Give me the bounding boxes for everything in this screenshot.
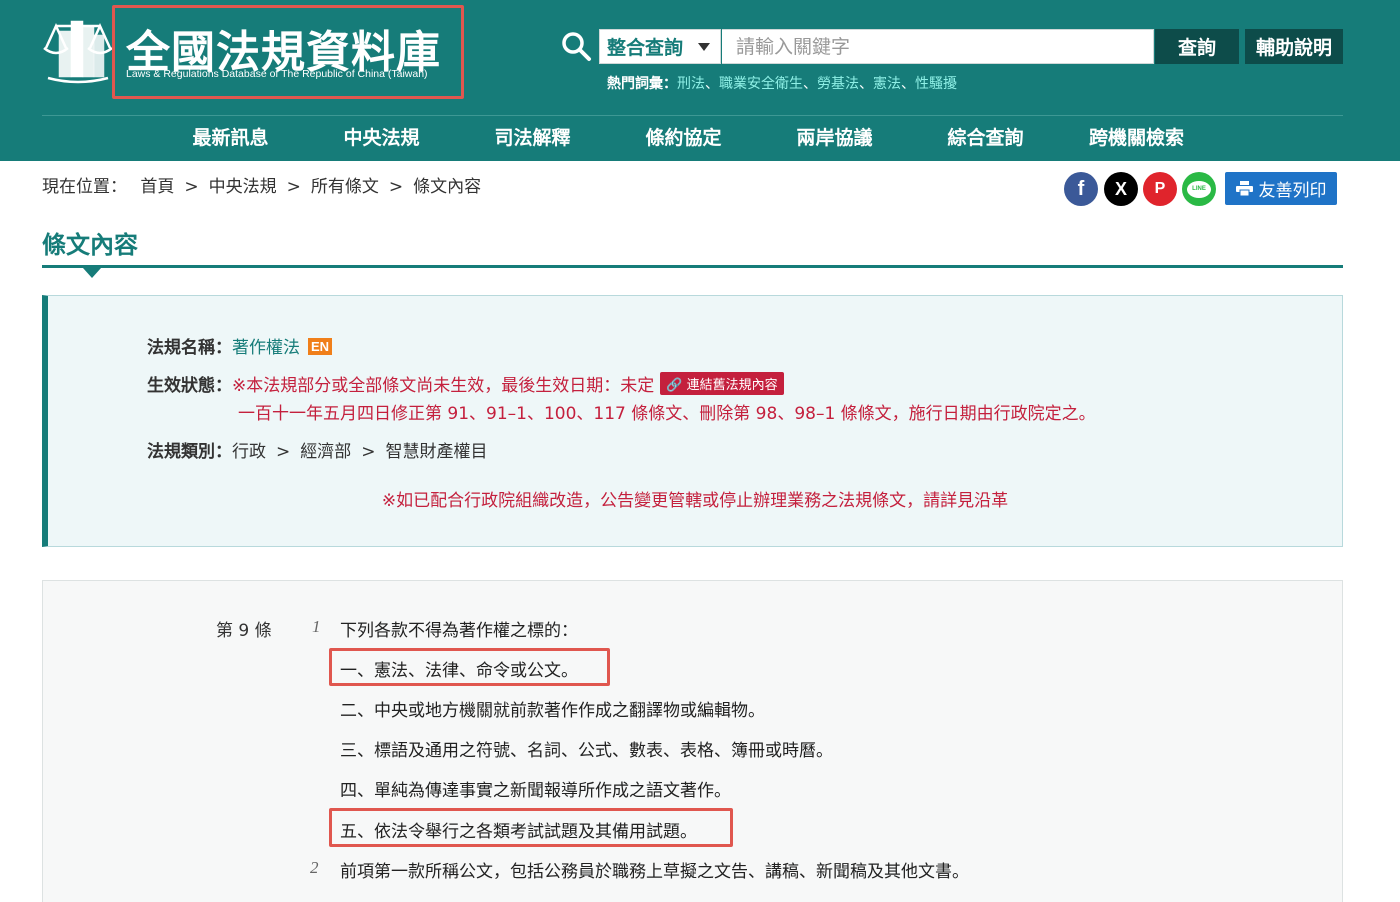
nav-item-news[interactable]: 最新訊息 xyxy=(155,116,306,161)
title-divider xyxy=(42,265,1343,268)
facebook-share-icon[interactable]: f xyxy=(1064,172,1098,206)
print-button-label: 友善列印 xyxy=(1258,181,1327,201)
breadcrumb-home[interactable]: 首頁 xyxy=(140,177,174,197)
help-button[interactable]: 輔助說明 xyxy=(1245,29,1343,64)
paragraph-number: 2 xyxy=(310,858,319,877)
title-pointer xyxy=(83,268,101,278)
nav-item-central-laws[interactable]: 中央法規 xyxy=(306,116,457,161)
old-law-link[interactable]: 🔗 連結舊法規內容 xyxy=(660,372,784,395)
article-item: 三、標語及通用之符號、名詞、公式、數表、表格、簿冊或時曆。 xyxy=(340,741,833,761)
law-name-row: 法規名稱：著作權法 EN xyxy=(147,333,333,358)
x-share-icon[interactable]: X xyxy=(1104,172,1138,206)
hot-terms-label: 熱門詞彙： xyxy=(607,76,677,92)
nav-item-treaties[interactable]: 條約協定 xyxy=(608,116,759,161)
status-text: ※本法規部分或全部條文尚未生效，最後生效日期：未定 xyxy=(232,376,655,396)
query-button[interactable]: 查詢 xyxy=(1155,29,1239,64)
nav-item-cross-strait[interactable]: 兩岸協議 xyxy=(759,116,910,161)
search-scope-select[interactable]: 整合查詢 xyxy=(599,29,721,64)
search-input[interactable] xyxy=(722,29,1154,64)
paragraph-number: 1 xyxy=(312,617,321,636)
page-title: 條文內容 xyxy=(42,231,138,259)
hot-terms: 熱門詞彙：刑法、職業安全衛生、勞基法、憲法、性騷擾 xyxy=(607,76,957,92)
category-item: 行政 xyxy=(232,442,266,462)
article-item: 二、中央或地方機關就前款著作作成之翻譯物或編輯物。 xyxy=(340,701,765,721)
breadcrumb-label: 現在位置： xyxy=(42,177,127,197)
law-info-panel: 法規名稱：著作權法 EN 生效狀態：※本法規部分或全部條文尚未生效，最後生效日期：… xyxy=(42,295,1343,547)
law-name-link[interactable]: 著作權法 xyxy=(232,338,300,358)
breadcrumb-central-laws[interactable]: 中央法規 xyxy=(209,177,277,197)
breadcrumb: 現在位置： 首頁 > 中央法規 > 所有條文 > 條文內容 xyxy=(42,177,482,197)
status-detail: 一百十一年五月四日修正第 91、91–1、100、117 條條文、刪除第 98、… xyxy=(238,404,1096,424)
site-logo-subtitle: Laws & Regulations Database of The Repub… xyxy=(126,68,428,80)
status-row: 生效狀態：※本法規部分或全部條文尚未生效，最後生效日期：未定 🔗 連結舊法規內容 xyxy=(147,371,784,396)
nav-item-cross-agency-search[interactable]: 跨機關檢索 xyxy=(1061,116,1212,161)
nav-item-comprehensive-search[interactable]: 綜合查詢 xyxy=(910,116,1061,161)
highlight-box-item-1 xyxy=(329,648,610,686)
search-scope-value: 整合查詢 xyxy=(607,37,684,59)
category-item: 經濟部 xyxy=(300,442,352,462)
english-version-badge[interactable]: EN xyxy=(308,338,333,355)
hot-term-link[interactable]: 勞基法 xyxy=(817,76,859,92)
hot-term-link[interactable]: 職業安全衛生 xyxy=(719,76,803,92)
article-item: 四、單純為傳達事實之新聞報導所作成之語文著作。 xyxy=(340,781,731,801)
print-button[interactable]: 友善列印 xyxy=(1225,172,1337,205)
nav-item-judicial-interpretations[interactable]: 司法解釋 xyxy=(457,116,608,161)
category-row: 法規類別：行政 > 經濟部 > 智慧財產權目 xyxy=(147,442,488,462)
category-item: 智慧財產權目 xyxy=(385,442,488,462)
line-share-icon[interactable]: LINE xyxy=(1182,172,1216,206)
article-paragraph: 前項第一款所稱公文，包括公務員於職務上草擬之文告、講稿、新聞稿及其他文書。 xyxy=(340,862,969,882)
hot-term-link[interactable]: 憲法 xyxy=(873,76,901,92)
hot-term-link[interactable]: 性騷擾 xyxy=(915,76,957,92)
law-name-label: 法規名稱： xyxy=(147,338,232,358)
status-label: 生效狀態： xyxy=(147,376,232,396)
hot-term-link[interactable]: 刑法 xyxy=(677,76,705,92)
category-label: 法規類別： xyxy=(147,442,232,462)
link-icon: 🔗 xyxy=(666,378,683,393)
search-icon xyxy=(562,32,591,61)
law-books-scales-icon xyxy=(43,20,113,84)
article-intro: 下列各款不得為著作權之標的： xyxy=(340,621,578,641)
site-header: 全國法規資料庫 Laws & Regulations Database of T… xyxy=(0,0,1400,161)
breadcrumb-all-articles[interactable]: 所有條文 xyxy=(311,177,379,197)
reorganization-notice[interactable]: ※如已配合行政院組織改造，公告變更管轄或停止辦理業務之法規條文，請詳見沿革 xyxy=(48,486,1342,511)
article-number: 第 9 條 xyxy=(216,621,272,641)
plurk-share-icon[interactable]: P xyxy=(1143,172,1177,206)
printer-icon xyxy=(1235,181,1253,196)
breadcrumb-current: 條文內容 xyxy=(413,177,482,197)
main-nav: 最新訊息 中央法規 司法解釋 條約協定 兩岸協議 綜合查詢 跨機關檢索 xyxy=(155,116,1255,161)
chevron-down-icon xyxy=(698,43,710,51)
highlight-box-item-5 xyxy=(329,808,733,847)
